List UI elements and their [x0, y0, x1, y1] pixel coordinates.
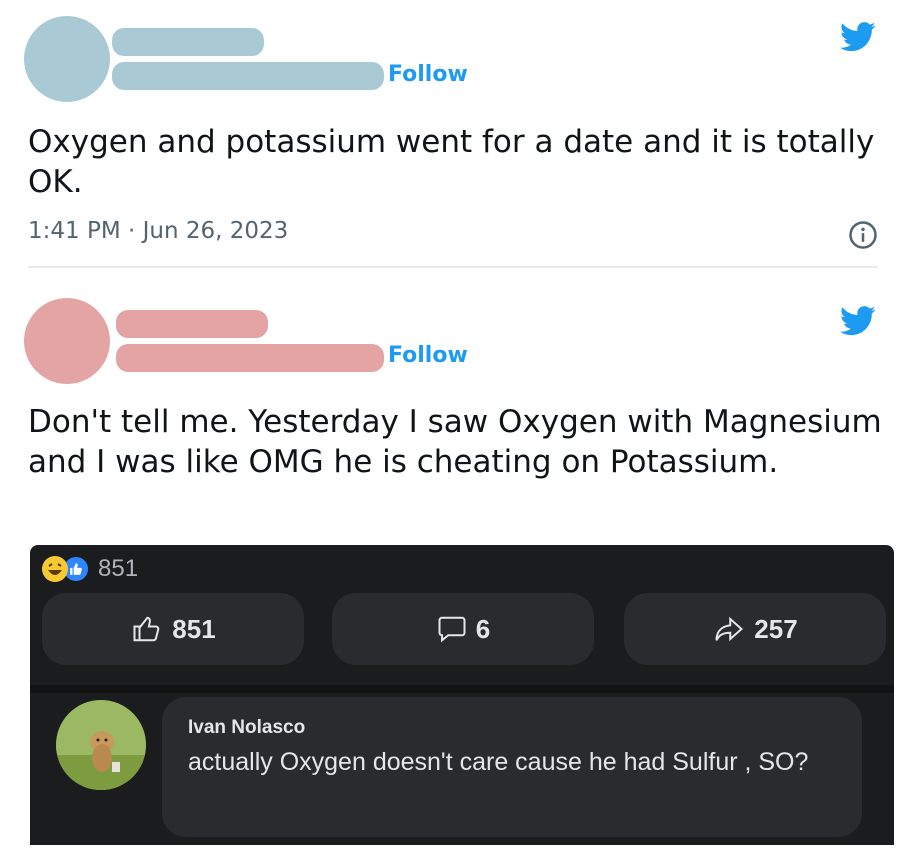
tweet-1: Follow Oxygen and potassium went for a d… — [0, 0, 898, 268]
tweet-timestamp[interactable]: 1:41 PM · Jun 26, 2023 — [28, 218, 288, 244]
info-icon[interactable] — [848, 220, 878, 250]
commenter-avatar[interactable] — [56, 700, 146, 790]
divider — [30, 685, 894, 693]
comment-button[interactable]: 6 — [332, 593, 594, 665]
name-placeholder — [112, 28, 264, 56]
reaction-summary[interactable]: 851 — [42, 553, 138, 585]
share-button[interactable]: 257 — [624, 593, 886, 665]
reaction-count: 851 — [98, 555, 139, 582]
avatar[interactable] — [24, 16, 110, 102]
name-placeholder — [116, 310, 268, 338]
handle-placeholder — [112, 62, 384, 90]
like-button[interactable]: 851 — [42, 593, 304, 665]
divider — [28, 266, 878, 268]
twitter-bird-icon[interactable] — [840, 22, 876, 52]
avatar[interactable] — [24, 298, 110, 384]
thumbs-up-icon — [133, 616, 160, 642]
comment-count: 6 — [475, 613, 491, 644]
follow-button[interactable]: Follow — [388, 62, 468, 87]
commenter-name[interactable]: Ivan Nolasco — [188, 717, 305, 739]
laughing-emoji-icon — [42, 556, 68, 582]
share-count: 257 — [754, 613, 798, 644]
share-icon — [715, 616, 744, 642]
tweet-text: Don't tell me. Yesterday I saw Oxygen wi… — [28, 404, 882, 480]
like-count: 851 — [172, 613, 216, 644]
comment-icon — [438, 616, 466, 643]
tweet-2: Follow Don't tell me. Yesterday I saw Ox… — [0, 270, 898, 854]
embedded-screenshot: 851 851 6 257 Ivan Nolasco actually Oxyg… — [30, 545, 894, 845]
twitter-bird-icon[interactable] — [840, 306, 876, 336]
handle-placeholder — [116, 344, 384, 372]
comment-bubble: Ivan Nolasco actually Oxygen doesn't car… — [162, 697, 862, 837]
comment-text: actually Oxygen doesn't care cause he ha… — [188, 748, 809, 776]
follow-button[interactable]: Follow — [388, 343, 468, 368]
tweet-text: Oxygen and potassium went for a date and… — [28, 124, 875, 200]
